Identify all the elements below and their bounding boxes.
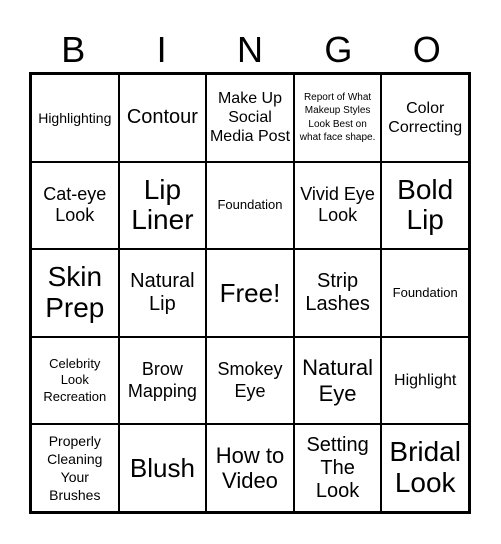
header-letter-g: G: [324, 29, 353, 70]
free-space[interactable]: Free!: [206, 249, 294, 337]
bingo-cell[interactable]: Color Correcting: [381, 74, 469, 162]
bingo-header: B I N G O: [29, 28, 471, 72]
bingo-cell[interactable]: How to Video: [206, 424, 294, 512]
bingo-cell[interactable]: Strip Lashes: [293, 249, 382, 337]
header-letter-i: I: [156, 29, 167, 70]
bingo-cell[interactable]: Foundation: [206, 161, 294, 250]
bingo-cell[interactable]: Highlighting: [31, 74, 119, 162]
bingo-cell[interactable]: Bold Lip: [381, 161, 469, 250]
header-letter-b: B: [61, 29, 86, 70]
bingo-cell[interactable]: Cat-eye Look: [31, 161, 119, 250]
bingo-cell[interactable]: Setting The Look: [293, 424, 382, 512]
bingo-cell[interactable]: Report of What Makeup Styles Look Best o…: [293, 74, 382, 162]
bingo-cell[interactable]: Skin Prep: [31, 249, 119, 337]
bingo-cell[interactable]: Vivid Eye Look: [293, 161, 382, 250]
header-letter-o: O: [412, 29, 441, 70]
header-letter-n: N: [236, 29, 263, 70]
bingo-cell[interactable]: Natural Lip: [118, 249, 207, 337]
bingo-cell[interactable]: Highlight: [381, 336, 469, 425]
bingo-cell[interactable]: Properly Cleaning Your Brushes: [31, 424, 119, 512]
bingo-cell[interactable]: Brow Mapping: [118, 336, 207, 425]
bingo-cell[interactable]: Contour: [118, 74, 207, 162]
bingo-cell[interactable]: Make Up Social Media Post: [206, 74, 294, 162]
bingo-card: Highlighting Contour Make Up Social Medi…: [29, 72, 471, 514]
bingo-cell[interactable]: Celebrity Look Recreation: [31, 336, 119, 425]
bingo-cell[interactable]: Bridal Look: [381, 424, 469, 512]
bingo-cell[interactable]: Foundation: [381, 249, 469, 337]
bingo-cell[interactable]: Blush: [118, 424, 207, 512]
bingo-cell[interactable]: Smokey Eye: [206, 336, 294, 425]
bingo-cell[interactable]: Lip Liner: [118, 161, 207, 250]
bingo-cell[interactable]: Natural Eye: [293, 336, 382, 425]
